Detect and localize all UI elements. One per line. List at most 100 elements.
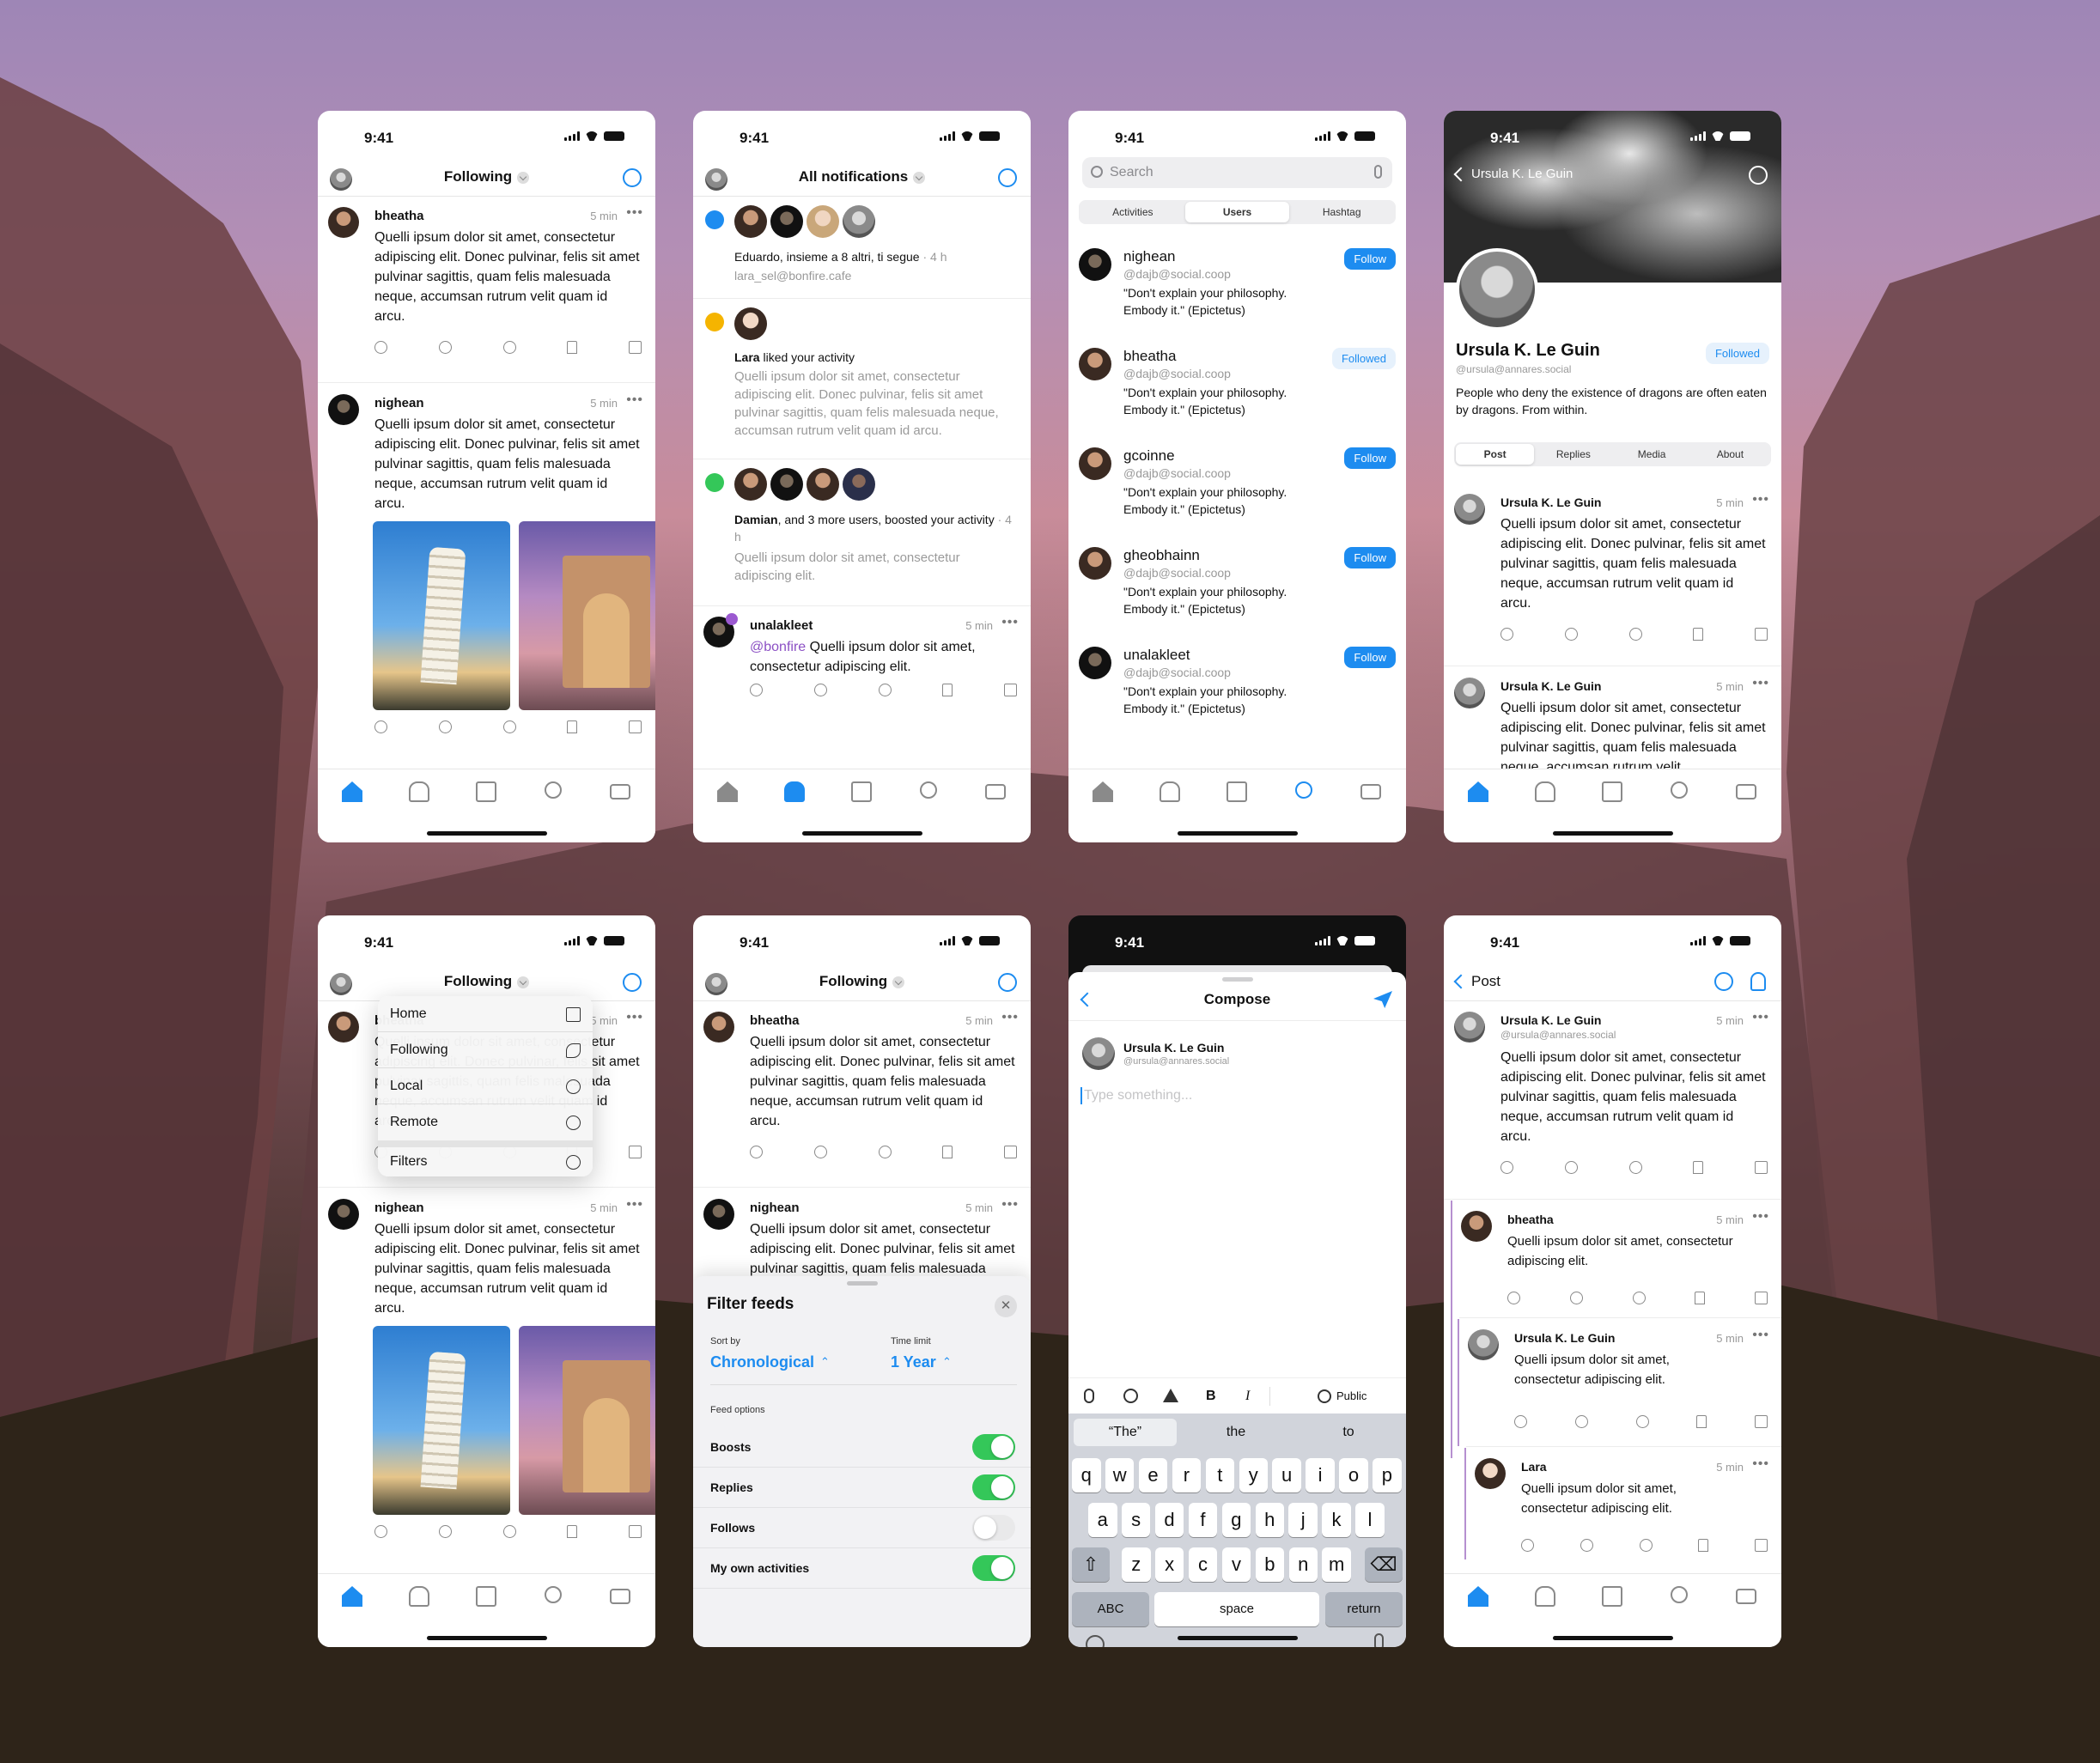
inbox-icon[interactable] xyxy=(610,784,630,799)
home-icon[interactable] xyxy=(342,1586,362,1607)
compose-icon[interactable] xyxy=(1602,1586,1622,1607)
dictation-mic-icon[interactable] xyxy=(1374,1633,1384,1647)
home-icon[interactable] xyxy=(1093,781,1113,802)
toggle-switch[interactable] xyxy=(972,1474,1015,1500)
user-name[interactable]: gcoinne xyxy=(1123,447,1175,465)
pisa-tower-image[interactable] xyxy=(373,1326,510,1515)
time-limit-select[interactable]: 1 Year xyxy=(891,1353,936,1371)
avatar[interactable] xyxy=(1079,447,1111,480)
more-icon[interactable]: ••• xyxy=(1752,1010,1769,1025)
avatar[interactable] xyxy=(1079,248,1111,281)
reply-icon[interactable] xyxy=(750,1146,763,1158)
user-avatar[interactable] xyxy=(330,168,352,191)
search-icon[interactable] xyxy=(545,781,562,799)
feed-selector[interactable]: Following xyxy=(819,973,887,990)
bookmark-icon[interactable] xyxy=(567,341,578,354)
tab-activities[interactable]: Activities xyxy=(1080,202,1185,222)
bell-icon[interactable] xyxy=(1750,972,1766,991)
avatar[interactable] xyxy=(703,1012,734,1043)
tab-replies[interactable]: Replies xyxy=(1534,444,1612,465)
boost-icon[interactable] xyxy=(438,720,452,733)
notification-actor[interactable]: Lara xyxy=(734,350,760,364)
user-row[interactable]: nighean @dajb@social.coop "Don't explain y… xyxy=(1068,238,1406,337)
home-icon[interactable] xyxy=(717,781,738,802)
filter-icon[interactable] xyxy=(1714,972,1733,991)
key[interactable]: v xyxy=(1221,1547,1251,1582)
hand-icon[interactable] xyxy=(629,341,642,354)
menu-item-home[interactable]: Home xyxy=(378,996,593,1032)
reply-icon[interactable] xyxy=(1514,1415,1527,1428)
thread-main-post[interactable]: Ursula K. Le Guin @ursula@annares.social… xyxy=(1444,1001,1781,1199)
settings-icon[interactable] xyxy=(623,168,642,187)
suggestion[interactable]: to xyxy=(1295,1419,1402,1446)
reply-icon[interactable] xyxy=(1507,1292,1520,1304)
more-icon[interactable]: ••• xyxy=(1001,615,1019,630)
user-row[interactable]: gcoinne @dajb@social.coop "Don't explain y… xyxy=(1068,437,1406,537)
pisa-tower-image[interactable] xyxy=(373,521,510,710)
return-key[interactable]: return xyxy=(1325,1592,1403,1626)
avatar[interactable] xyxy=(1454,678,1485,708)
bell-icon[interactable] xyxy=(1535,781,1555,802)
hand-icon[interactable] xyxy=(1004,684,1017,696)
more-icon[interactable]: ••• xyxy=(1752,1209,1769,1225)
user-name[interactable]: nighean xyxy=(1123,248,1176,265)
feed-selector[interactable]: Following xyxy=(444,973,512,990)
visibility-selector[interactable]: Public xyxy=(1336,1389,1367,1402)
bookmark-icon[interactable] xyxy=(567,720,578,733)
post-author[interactable]: Lara xyxy=(1521,1460,1547,1474)
more-icon[interactable]: ••• xyxy=(1752,492,1769,508)
bookmark-icon[interactable] xyxy=(1693,628,1704,641)
search-icon[interactable] xyxy=(545,1586,562,1603)
inbox-icon[interactable] xyxy=(1736,784,1756,799)
avatar[interactable] xyxy=(807,205,839,238)
more-options-icon[interactable] xyxy=(1749,166,1768,185)
user-avatar[interactable] xyxy=(705,168,727,191)
menu-item-following[interactable]: Following xyxy=(378,1032,593,1068)
shift-key[interactable]: ⇧ xyxy=(1072,1547,1110,1582)
hand-icon[interactable] xyxy=(1755,1415,1768,1428)
avatar[interactable] xyxy=(734,468,767,501)
avatar[interactable] xyxy=(1079,647,1111,679)
like-icon[interactable] xyxy=(1632,1292,1646,1304)
key[interactable]: s xyxy=(1121,1503,1151,1537)
menu-item-filters[interactable]: Filters xyxy=(378,1147,593,1176)
settings-icon[interactable] xyxy=(623,973,642,992)
space-key[interactable]: space xyxy=(1154,1592,1319,1626)
bell-icon[interactable] xyxy=(409,1586,429,1607)
reply-icon[interactable] xyxy=(1521,1539,1534,1552)
more-icon[interactable]: ••• xyxy=(626,392,643,408)
home-icon[interactable] xyxy=(1468,781,1488,802)
like-icon[interactable] xyxy=(1639,1539,1653,1552)
post-author[interactable]: Ursula K. Le Guin xyxy=(1514,1331,1615,1345)
like-icon[interactable] xyxy=(502,341,516,354)
avatar[interactable] xyxy=(1079,348,1111,380)
bookmark-icon[interactable] xyxy=(1698,1539,1709,1552)
notification-follow[interactable]: Eduardo, insieme a 8 altri, ti segue · 4… xyxy=(693,197,1031,298)
user-row[interactable]: bheatha @dajb@social.coop "Don't explain y… xyxy=(1068,337,1406,437)
bookmark-icon[interactable] xyxy=(1693,1161,1704,1174)
post-author[interactable]: bheatha xyxy=(1507,1213,1554,1226)
notification-mention[interactable]: unalakleet 5 min ••• @bonfire Quelli ips… xyxy=(693,606,1031,709)
tab-post[interactable]: Post xyxy=(1456,444,1535,465)
boost-icon[interactable] xyxy=(1564,628,1578,641)
key[interactable]: e xyxy=(1138,1458,1168,1492)
boost-icon[interactable] xyxy=(813,684,827,696)
chevron-down-icon[interactable] xyxy=(517,976,530,988)
suggestion[interactable]: the xyxy=(1180,1419,1292,1446)
like-icon[interactable] xyxy=(878,684,892,696)
notification-actor[interactable]: Damian xyxy=(734,513,778,526)
key[interactable]: x xyxy=(1154,1547,1184,1582)
post-author[interactable]: Ursula K. Le Guin xyxy=(1500,495,1601,509)
emoji-keyboard-icon[interactable] xyxy=(1086,1635,1105,1647)
italic-button[interactable]: I xyxy=(1245,1389,1250,1404)
key[interactable]: w xyxy=(1105,1458,1135,1492)
post-author[interactable]: bheatha xyxy=(750,1013,800,1028)
toggle-switch[interactable] xyxy=(972,1555,1015,1581)
reply-icon[interactable] xyxy=(1500,1161,1513,1174)
feed-post[interactable]: nighean 5 min ••• Quelli ipsum dolor sit… xyxy=(318,384,655,745)
settings-icon[interactable] xyxy=(998,973,1017,992)
avatar[interactable] xyxy=(328,394,359,425)
follow-button[interactable]: Follow xyxy=(1344,248,1396,270)
avatar[interactable] xyxy=(770,468,803,501)
avatar[interactable] xyxy=(1468,1329,1499,1360)
